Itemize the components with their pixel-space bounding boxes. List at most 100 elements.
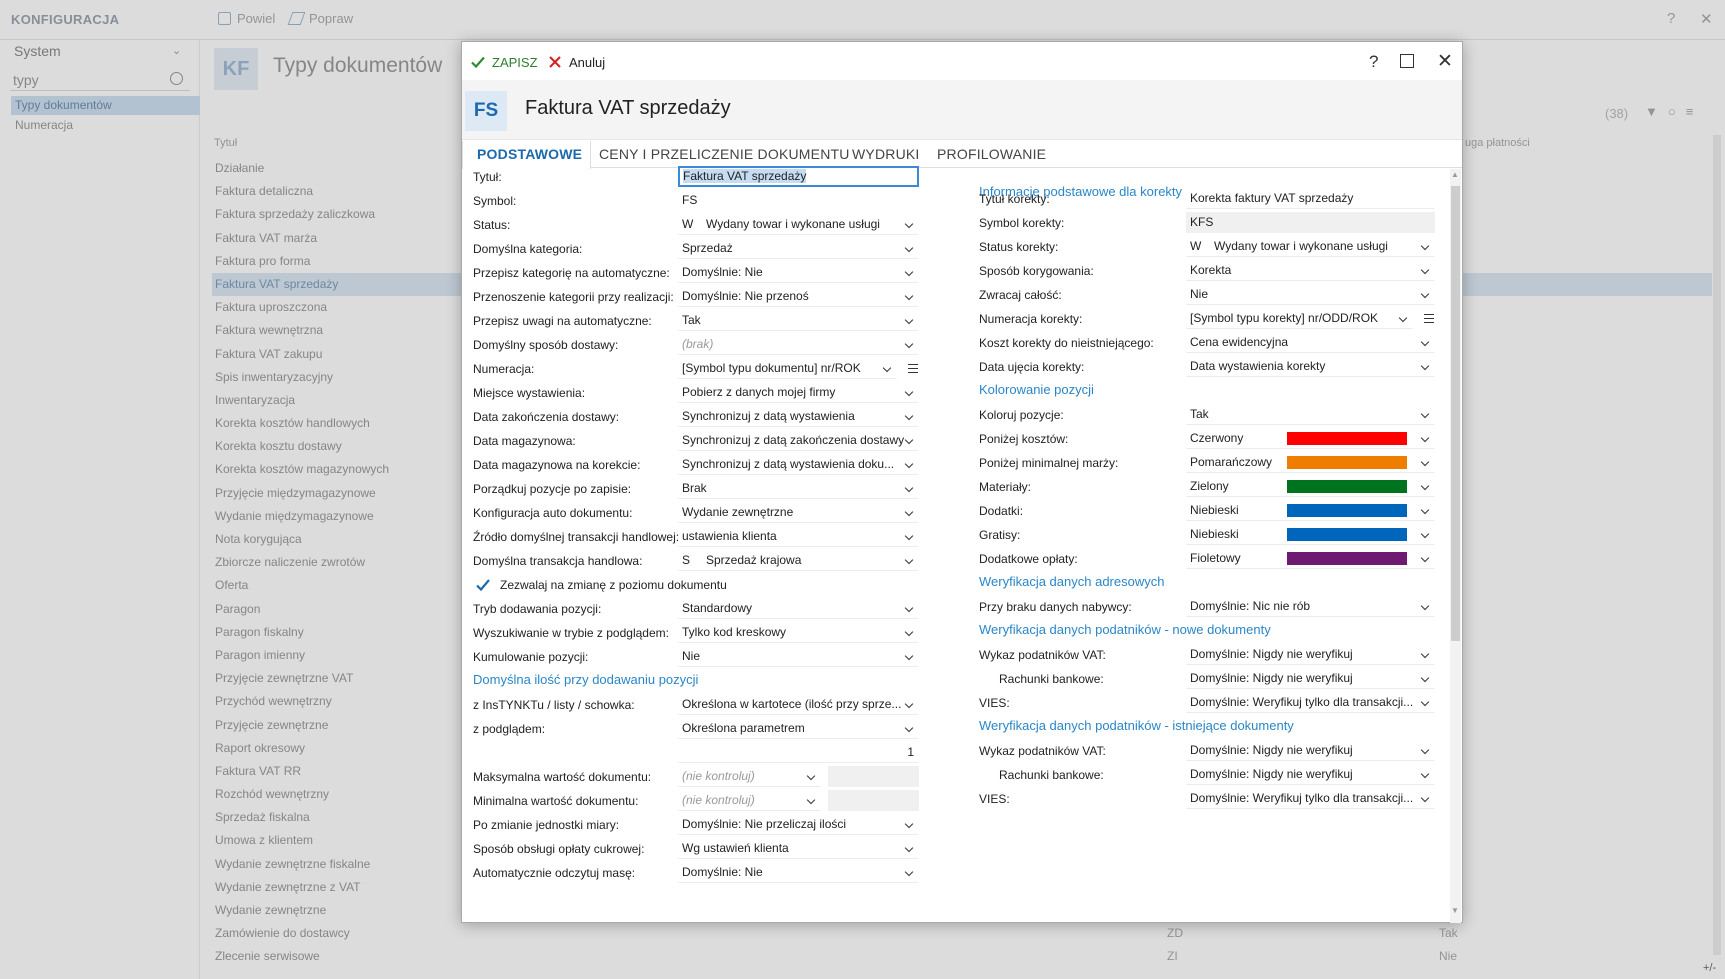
field-value: Korekta (1190, 263, 1232, 277)
field-input[interactable]: Domyślnie: Nie przenoś (678, 286, 919, 307)
field-label: Dodatki: (979, 504, 1024, 518)
tab-prices[interactable]: CENY I PRZELICZENIE DOKUMENTU (599, 141, 850, 168)
hamburger-menu-icon[interactable] (1424, 314, 1434, 323)
field-label: Po zmianie jednostki miary: (473, 818, 620, 832)
field-value: Synchronizuj z datą zakończenia dostawy (682, 433, 905, 447)
min-value-select[interactable]: (nie kontroluj) (678, 790, 821, 811)
field-input[interactable]: Synchronizuj z datą zakończenia dostawy (678, 430, 919, 451)
quantity-value-input[interactable]: 1 (678, 742, 919, 763)
field-input[interactable]: Określona parametrem (678, 718, 919, 739)
section-taxpayer-new-docs: Weryfikacja danych podatników - nowe dok… (979, 622, 1271, 637)
field-label: Poniżej minimalnej marży: (979, 456, 1119, 470)
hamburger-menu-icon[interactable] (908, 364, 918, 373)
save-button[interactable]: ZAPISZ (470, 54, 538, 70)
field-value: Domyślnie: Nie przeliczaj ilości (682, 817, 847, 831)
field-input[interactable]: Nie (678, 646, 919, 667)
field-input[interactable]: Synchronizuj z datą wystawienia doku... (678, 454, 919, 475)
field-input[interactable]: Określona w kartotece (ilość przy sprze.… (678, 694, 919, 715)
field-value: Domyślnie: Nie przenoś (682, 289, 809, 303)
field-input[interactable]: Domyślnie: Nigdy nie weryfikuj (1186, 764, 1435, 785)
field-input[interactable]: W Wydany towar i wykonane usługi (1186, 236, 1435, 257)
field-value: Sprzedaż krajowa (706, 553, 802, 567)
field-value: Niebieski (1190, 503, 1239, 517)
field-input[interactable]: Domyślnie: Nigdy nie weryfikuj (1186, 644, 1435, 665)
dialog-scrollbar-thumb[interactable] (1451, 186, 1460, 641)
field-input[interactable]: Wydanie zewnętrzne (678, 502, 919, 523)
field-input[interactable]: Domyślnie: Weryfikuj tylko dla transakcj… (1186, 788, 1435, 809)
scroll-down-icon[interactable]: ▼ (1451, 906, 1459, 915)
field-label: Wykaz podatników VAT: (979, 648, 1106, 662)
field-code: S (682, 553, 691, 567)
tab-basic[interactable]: PODSTAWOWE (462, 141, 592, 169)
field-value: Nie (1190, 287, 1209, 301)
document-badge: FS (465, 91, 507, 131)
close-dialog-icon[interactable]: ✕ (1437, 50, 1453, 73)
color-items-select[interactable]: Tak (1186, 404, 1435, 425)
field-input[interactable]: Korekta (1186, 260, 1435, 281)
field-label: Przenoszenie kategorii przy realizacji: (473, 290, 674, 304)
field-label: Status: (473, 218, 511, 232)
field-value: Synchronizuj z datą wystawienia (682, 409, 855, 423)
field-value: Data wystawienia korekty (1190, 359, 1326, 373)
tab-printouts[interactable]: WYDRUKI (852, 141, 920, 168)
field-input[interactable]: Faktura VAT sprzedaży (678, 166, 919, 187)
field-input[interactable]: Korekta faktury VAT sprzedaży (1186, 188, 1435, 209)
field-input[interactable]: Domyślnie: Weryfikuj tylko dla transakcj… (1186, 692, 1435, 713)
check-icon (471, 56, 485, 69)
field-value: Synchronizuj z datą wystawienia doku... (682, 457, 895, 471)
scroll-up-icon[interactable]: ▲ (1451, 170, 1459, 179)
color-swatch (1287, 528, 1407, 541)
allow-change-checkbox[interactable] (475, 577, 491, 593)
checkmark-icon (476, 579, 490, 592)
field-label: Rachunki bankowe: (999, 768, 1104, 782)
field-input[interactable]: ustawienia klienta (678, 526, 919, 547)
field-input[interactable]: Domyślnie: Nie (678, 262, 919, 283)
field-value: Domyślnie: Weryfikuj tylko dla transakcj… (1190, 695, 1414, 709)
field-value: Określona parametrem (682, 721, 805, 735)
field-input[interactable]: Domyślnie: Nie (678, 862, 919, 883)
field-input[interactable]: Sprzedaż (678, 238, 919, 259)
field-label: VIES: (979, 696, 1010, 710)
field-input[interactable]: Cena ewidencyjna (1186, 332, 1435, 353)
field-value: Niebieski (1190, 527, 1239, 541)
field-input[interactable]: Domyślnie: Nigdy nie weryfikuj (1186, 668, 1435, 689)
field-input[interactable]: Wg ustawień klienta (678, 838, 919, 859)
missing-buyer-data-select[interactable]: Domyślnie: Nic nie rób (1186, 596, 1435, 617)
field-label: Wykaz podatników VAT: (979, 744, 1106, 758)
field-input[interactable]: Tylko kod kreskowy (678, 622, 919, 643)
field-input[interactable]: Brak (678, 478, 919, 499)
field-input[interactable]: S Sprzedaż krajowa (678, 550, 919, 571)
field-input: FS (678, 190, 919, 211)
field-input[interactable]: W Wydany towar i wykonane usługi (678, 214, 919, 235)
field-value: Faktura VAT sprzedaży (683, 169, 807, 183)
maximize-icon[interactable] (1400, 54, 1414, 68)
field-input[interactable]: Pobierz z danych mojej firmy (678, 382, 919, 403)
field-label: Kumulowanie pozycji: (473, 650, 589, 664)
field-input[interactable]: Standardowy (678, 598, 919, 619)
field-input[interactable]: Tak (678, 310, 919, 331)
field-input[interactable]: Data wystawienia korekty (1186, 356, 1435, 377)
field-label: Data magazynowa na korekcie: (473, 458, 641, 472)
dialog-help-button[interactable]: ? (1369, 52, 1378, 72)
field-label: Przepisz kategorię na automatyczne: (473, 266, 670, 280)
field-input[interactable]: Synchronizuj z datą wystawienia (678, 406, 919, 427)
field-label: Tytuł: (473, 170, 502, 184)
field-label: Data ujęcia korekty: (979, 360, 1085, 374)
cancel-button[interactable]: Anuluj (547, 54, 605, 70)
field-input[interactable]: Domyślnie: Nigdy nie weryfikuj (1186, 740, 1435, 761)
field-input[interactable]: (brak) (678, 334, 919, 355)
field-label: Gratisy: (979, 528, 1021, 542)
field-input[interactable]: Domyślnie: Nie przeliczaj ilości (678, 814, 919, 835)
tab-profiling[interactable]: PROFILOWANIE (937, 141, 1046, 168)
field-value: (brak) (682, 337, 714, 351)
field-input[interactable]: [Symbol typu dokumentu] nr/ROK (678, 358, 897, 379)
field-label: Tytuł korekty: (979, 192, 1050, 206)
checkbox-label: Zezwalaj na zmianę z poziomu dokumentu (500, 578, 727, 592)
field-label: Domyślna transakcja handlowa: (473, 554, 643, 568)
field-label: Wyszukiwanie w trybie z podglądem: (473, 626, 669, 640)
field-value: Tylko kod kreskowy (682, 625, 787, 639)
max-value-select[interactable]: (nie kontroluj) (678, 766, 821, 787)
field-label: Tryb dodawania pozycji: (473, 602, 602, 616)
field-input[interactable]: [Symbol typu korekty] nr/ODD/ROK (1186, 308, 1413, 329)
field-input[interactable]: Nie (1186, 284, 1435, 305)
